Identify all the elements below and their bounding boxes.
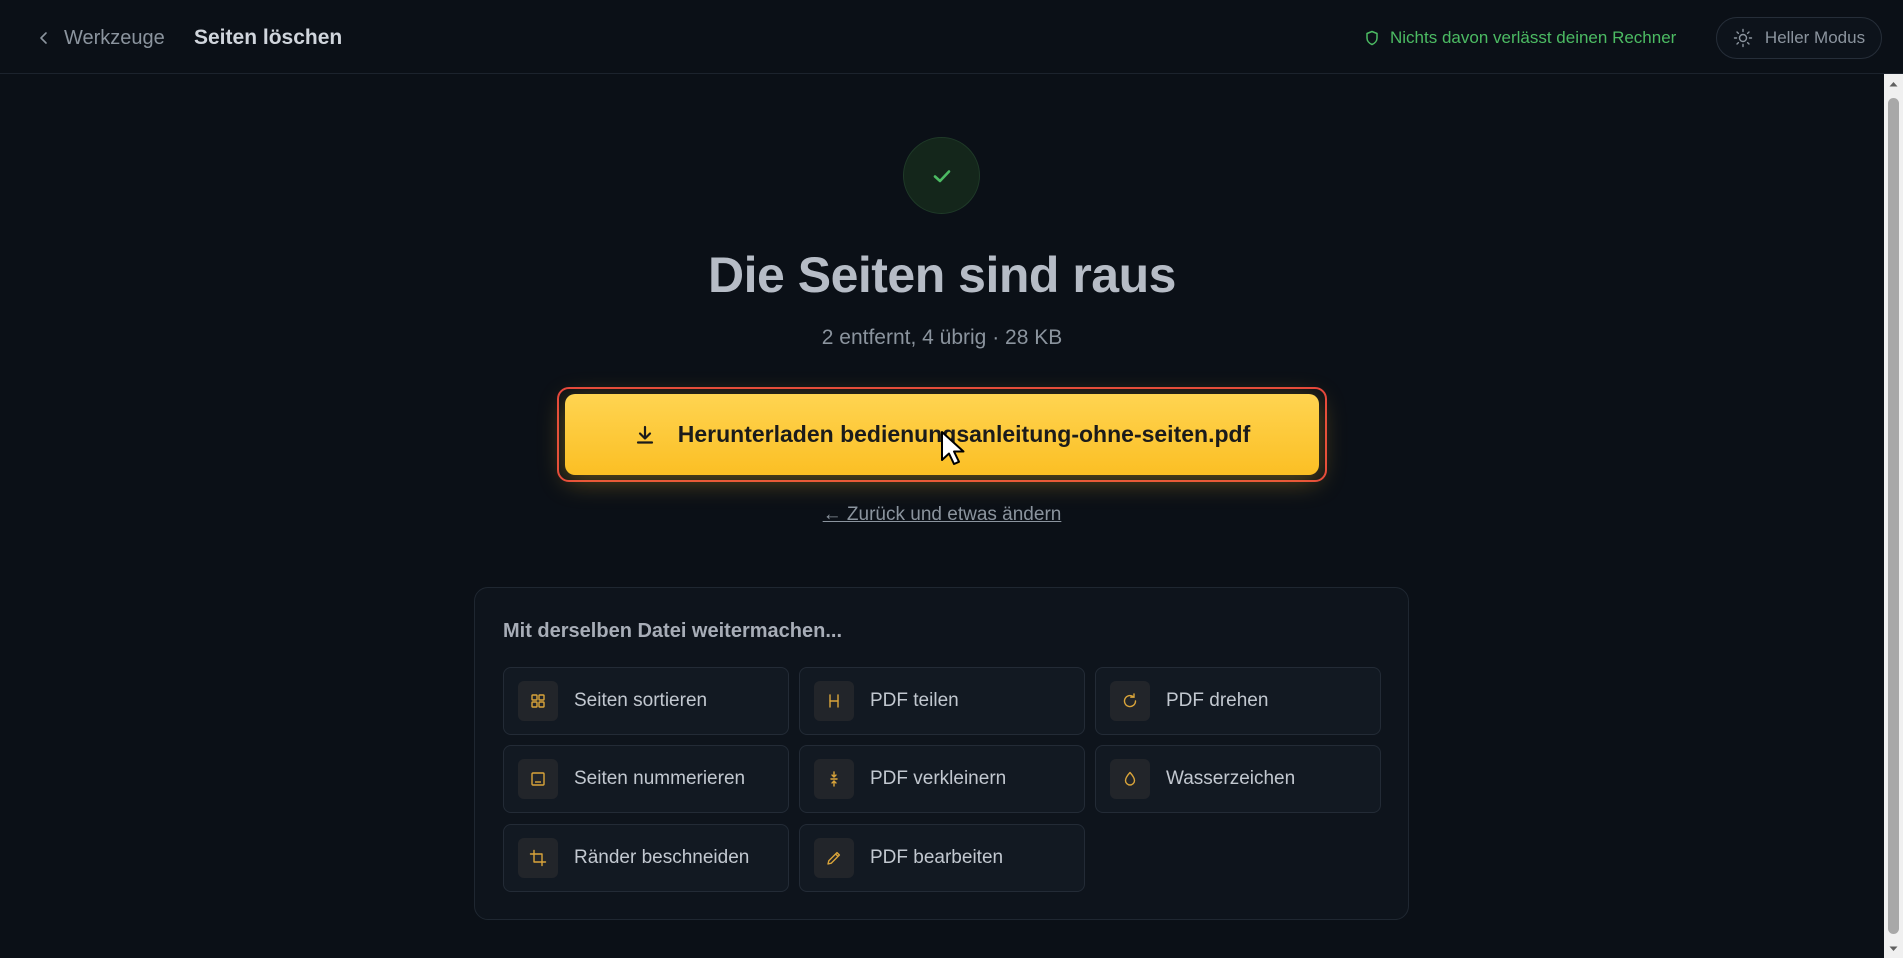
tool-label: PDF teilen — [870, 690, 959, 711]
back-link-label: Werkzeuge — [64, 26, 165, 49]
continue-with-file-card: Mit derselben Datei weitermachen... Seit… — [474, 587, 1409, 920]
tool-sort-pages[interactable]: Seiten sortieren — [503, 667, 789, 735]
light-mode-label: Heller Modus — [1764, 28, 1866, 47]
tool-label: Seiten sortieren — [574, 690, 708, 711]
page-number-icon — [531, 772, 545, 786]
tool-label: Seiten nummerieren — [574, 768, 746, 789]
tool-rotate-pdf[interactable]: PDF drehen — [1095, 667, 1381, 735]
light-mode-toggle[interactable]: Heller Modus — [1716, 17, 1882, 59]
download-button-label: Herunterladen bedienungsanleitung-ohne-s… — [677, 421, 1251, 447]
tool-edit-pdf[interactable]: PDF bearbeiten — [799, 824, 1085, 892]
tool-label: PDF drehen — [1166, 690, 1269, 711]
tool-watermark[interactable]: Wasserzeichen — [1095, 745, 1381, 813]
tool-label: Ränder beschneiden — [574, 847, 750, 868]
grid-icon — [531, 694, 545, 708]
crop-icon — [529, 849, 547, 867]
tool-split-pdf[interactable]: PDF teilen — [799, 667, 1085, 735]
privacy-note-text: Nichts davon verlässt deinen Rechner — [1390, 28, 1677, 47]
tool-compress-pdf[interactable]: PDF verkleinern — [799, 745, 1085, 813]
back-to-tools-link[interactable]: Werkzeuge — [36, 24, 165, 52]
top-bar: Werkzeuge Seiten löschen Nichts davon ve… — [0, 0, 1903, 74]
scroll-up-arrow-icon[interactable] — [1884, 74, 1903, 93]
tool-label: PDF verkleinern — [870, 768, 1007, 789]
vertical-scrollbar[interactable] — [1884, 74, 1903, 958]
tool-label: PDF bearbeiten — [870, 847, 1004, 868]
droplet-icon — [1124, 771, 1136, 786]
card-title: Mit derselben Datei weitermachen... — [503, 620, 842, 642]
shield-icon — [1366, 30, 1378, 46]
scrollbar-thumb[interactable] — [1888, 98, 1899, 934]
sun-icon — [1733, 28, 1753, 48]
pencil-icon — [827, 851, 841, 865]
tool-number-pages[interactable]: Seiten nummerieren — [503, 745, 789, 813]
tool-label: Wasserzeichen — [1166, 768, 1296, 789]
download-button[interactable]: Herunterladen bedienungsanleitung-ohne-s… — [565, 394, 1319, 475]
success-badge — [903, 137, 980, 214]
page-title: Seiten löschen — [194, 26, 343, 49]
scroll-down-arrow-icon[interactable] — [1884, 939, 1903, 958]
compress-icon — [830, 771, 838, 787]
rotate-icon — [1123, 693, 1137, 708]
checkmark-icon — [933, 169, 950, 182]
back-and-change-link[interactable]: ← Zurück und etwas ändern — [823, 504, 1062, 525]
chevron-left-icon — [40, 32, 47, 44]
privacy-note: Nichts davon verlässt deinen Rechner — [1364, 24, 1676, 52]
back-change-container: ← Zurück und etwas ändern — [0, 504, 1884, 526]
split-icon — [829, 694, 839, 708]
result-headline: Die Seiten sind raus — [708, 247, 1176, 303]
tool-crop-margins[interactable]: Ränder beschneiden — [503, 824, 789, 892]
download-icon — [636, 425, 653, 444]
result-summary: 2 entfernt, 4 übrig · 28 KB — [821, 326, 1063, 349]
